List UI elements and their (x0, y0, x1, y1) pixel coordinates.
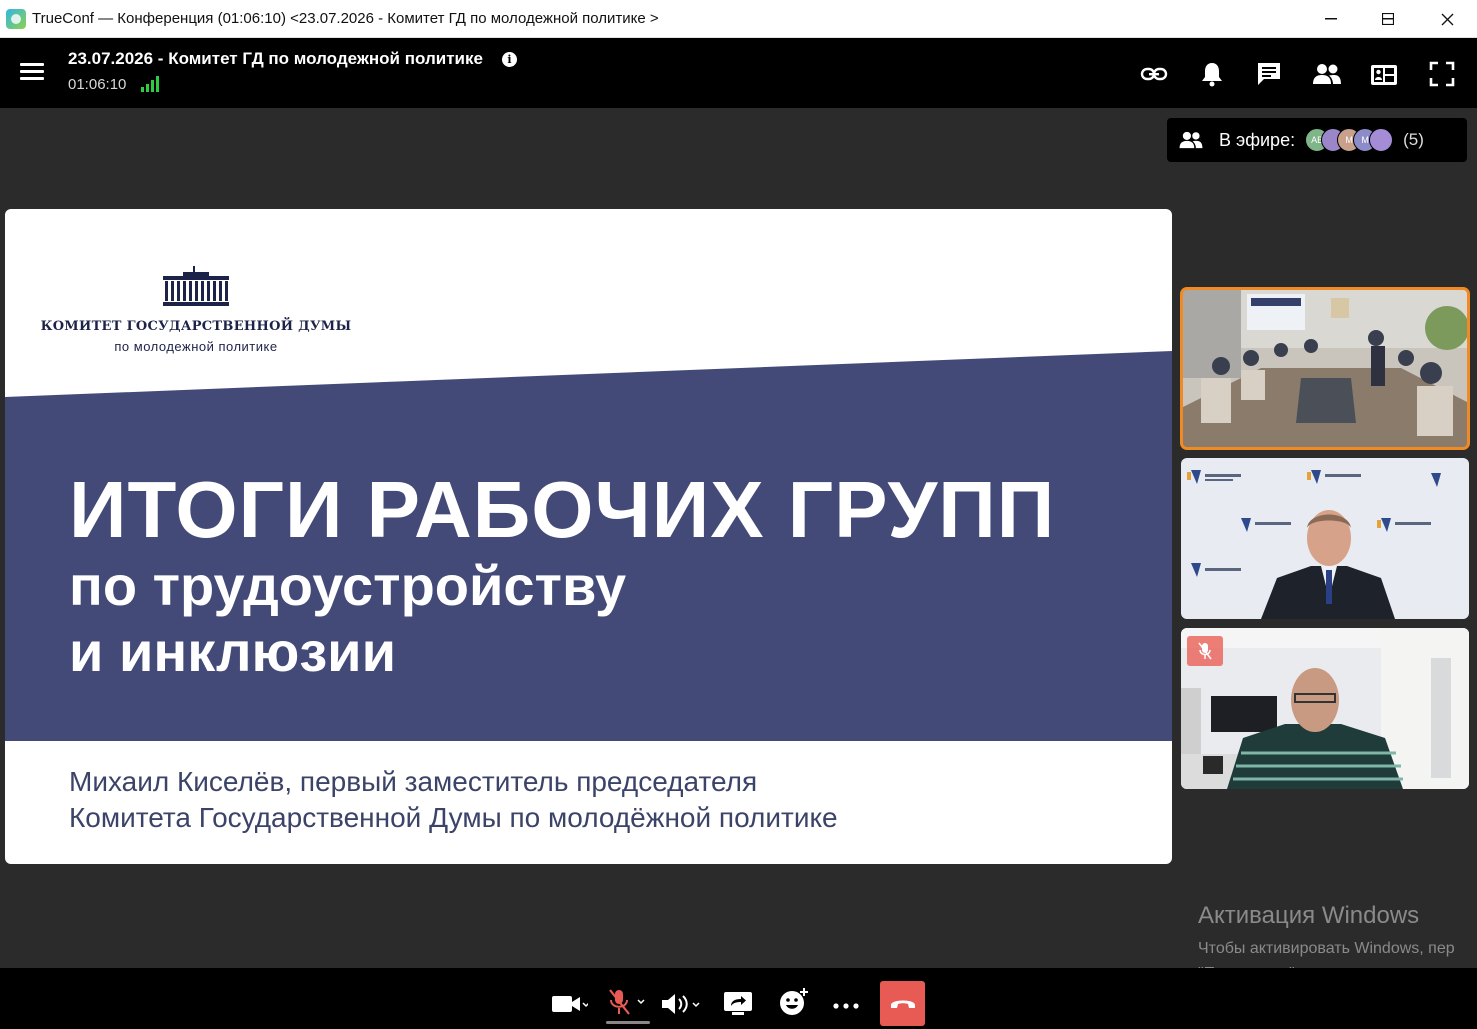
subhead-line-2: и инклюзии (69, 620, 397, 683)
committee-subtitle: по молодежной политике (114, 339, 278, 354)
speaker-line-1: Михаил Киселёв, первый заместитель предс… (69, 766, 758, 797)
more-options-button[interactable] (832, 992, 860, 1020)
notifications-button[interactable] (1197, 60, 1227, 88)
subhead-line-1: по трудоустройству (69, 554, 627, 617)
on-air-label: В эфире: (1219, 129, 1296, 150)
mic-muted-icon (1198, 642, 1212, 660)
close-button[interactable] (1418, 0, 1476, 38)
reactions-button[interactable] (778, 988, 810, 1016)
slide-speaker: Михаил Киселёв, первый заместитель предс… (69, 764, 838, 836)
camera-icon (552, 996, 588, 1012)
state-duma-logo (163, 266, 229, 306)
sevastopol-speaker-video (1181, 458, 1469, 619)
microphone-button[interactable] (608, 988, 648, 1016)
on-air-avatars: AB M M (1305, 128, 1394, 152)
mic-level-indicator (606, 1021, 650, 1024)
committee-name: КОМИТЕТ ГОСУДАРСТВЕННОЙ ДУМЫ (40, 319, 352, 334)
chat-button[interactable] (1254, 60, 1284, 88)
menu-line (20, 63, 44, 66)
share-screen-icon (724, 992, 752, 1015)
video-tile-sevastopol[interactable] (1181, 458, 1469, 619)
share-screen-button[interactable] (723, 990, 753, 1018)
link-icon (1140, 67, 1168, 81)
minimize-button-visual[interactable] (1302, 0, 1360, 38)
participants-icon (1179, 131, 1203, 149)
speaker-icon (662, 994, 700, 1014)
menu-line (20, 70, 44, 73)
mic-muted-icon (609, 989, 645, 1015)
participant-avatar (1369, 128, 1394, 152)
menu-line (20, 77, 44, 80)
home-participant-video (1181, 628, 1469, 789)
hamburger-menu-button[interactable] (20, 63, 44, 83)
conference-header: 23.07.2026 - Комитет ГД по молодежной по… (0, 38, 1477, 108)
minimize-icon (1325, 18, 1337, 20)
muted-badge (1187, 636, 1223, 666)
fullscreen-button[interactable] (1427, 60, 1457, 88)
emoji-icon (780, 988, 808, 1015)
elapsed-time: 01:06:10 (68, 76, 127, 93)
camera-button[interactable] (550, 990, 588, 1018)
window-title: TrueConf — Конференция (01:06:10) <23.07… (32, 10, 659, 27)
slide-subheadline: по трудоустройству и инклюзии (69, 553, 626, 685)
maximize-button[interactable] (1359, 0, 1417, 38)
info-icon[interactable]: i (502, 52, 517, 67)
video-tile-home-participant[interactable] (1181, 628, 1469, 789)
speaker-button[interactable] (660, 990, 704, 1018)
trueconf-app-icon (6, 8, 26, 29)
signal-strength-icon (141, 76, 159, 92)
shared-presentation[interactable]: КОМИТЕТ ГОСУДАРСТВЕННОЙ ДУМЫ по молодежн… (5, 209, 1172, 864)
on-air-count: (5) (1403, 130, 1424, 149)
video-tile-conference-room[interactable] (1180, 287, 1470, 450)
watermark-line-2: Чтобы активировать Windows, пер (1198, 940, 1455, 957)
layout-button[interactable] (1369, 60, 1399, 88)
slide-headline: ИТОГИ РАБОЧИХ ГРУПП (69, 465, 1056, 554)
conference-room-video (1181, 288, 1469, 449)
maximize-icon (1382, 13, 1394, 25)
participants-button[interactable] (1312, 60, 1342, 88)
chat-icon (1258, 63, 1280, 85)
window-titlebar: TrueConf — Конференция (01:06:10) <23.07… (0, 0, 1477, 38)
on-air-panel[interactable]: В эфире: AB M M (5) (1167, 118, 1467, 162)
hangup-icon (890, 1000, 915, 1008)
more-icon (833, 1003, 859, 1009)
participants-icon (1313, 64, 1341, 84)
close-icon (1441, 13, 1453, 25)
fullscreen-icon (1429, 61, 1455, 87)
conference-title: 23.07.2026 - Комитет ГД по молодежной по… (68, 49, 483, 68)
layout-icon (1371, 65, 1397, 85)
copy-link-button[interactable] (1139, 60, 1169, 88)
speaker-line-2: Комитета Государственной Думы по молодёж… (69, 802, 838, 833)
windows-activation-title: Активация Windows (1198, 902, 1420, 929)
hangup-button[interactable] (880, 981, 925, 1026)
bell-icon (1202, 63, 1222, 87)
